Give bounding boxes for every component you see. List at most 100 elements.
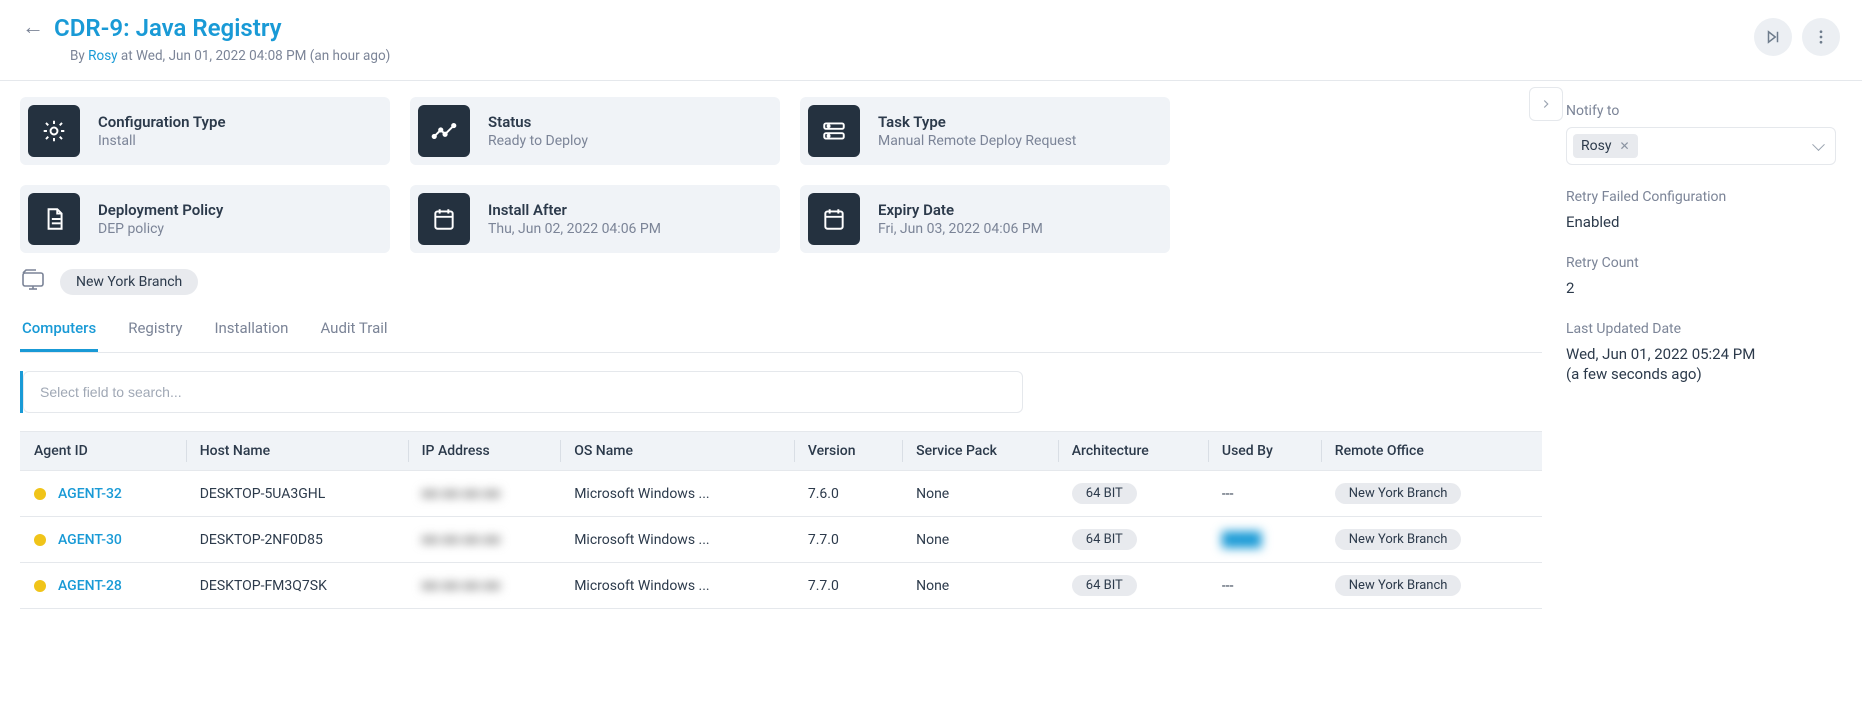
card-expiry-date: Expiry Date Fri, Jun 03, 2022 04:06 PM [800, 185, 1170, 253]
gear-icon [28, 105, 80, 157]
card-label: Configuration Type [98, 113, 226, 131]
status-dot-icon [34, 534, 46, 546]
cell-used-by: ████ [1208, 517, 1321, 563]
card-value: Fri, Jun 03, 2022 04:06 PM [878, 221, 1043, 237]
byline-rest: at Wed, Jun 01, 2022 04:08 PM (an hour a… [121, 48, 390, 64]
cell-version: 7.7.0 [794, 563, 902, 609]
notify-select[interactable]: Rosy ✕ [1566, 127, 1836, 165]
table-row: AGENT-32DESKTOP-5UA3GHL■■.■■.■■.■■Micros… [20, 471, 1542, 517]
col-architecture[interactable]: Architecture [1058, 432, 1208, 471]
cell-arch: 64 BIT [1058, 563, 1208, 609]
field-retry-failed: Retry Failed Configuration Enabled [1566, 189, 1836, 231]
field-last-updated: Last Updated Date Wed, Jun 01, 2022 05:2… [1566, 321, 1836, 383]
col-version[interactable]: Version [794, 432, 902, 471]
stack-icon [808, 105, 860, 157]
byline-label: By [70, 48, 85, 64]
more-menu-button[interactable] [1802, 18, 1840, 56]
cell-used-by: --- [1208, 471, 1321, 517]
cell-version: 7.6.0 [794, 471, 902, 517]
skip-next-button[interactable] [1754, 18, 1792, 56]
field-retry-count: Retry Count 2 [1566, 255, 1836, 297]
byline-user[interactable]: Rosy [88, 48, 117, 64]
monitor-icon [20, 269, 46, 295]
cell-os: Microsoft Windows ... [560, 517, 794, 563]
cell-ip: ■■.■■.■■.■■ [408, 563, 561, 609]
status-dot-icon [34, 580, 46, 592]
card-label: Task Type [878, 113, 1076, 131]
cell-version: 7.7.0 [794, 517, 902, 563]
card-deployment-policy: Deployment Policy DEP policy [20, 185, 390, 253]
header-actions [1754, 18, 1840, 56]
field-value-ago: (a few seconds ago) [1566, 365, 1836, 383]
cell-ip: ■■.■■.■■.■■ [408, 517, 561, 563]
field-label: Retry Failed Configuration [1566, 189, 1836, 205]
tab-bar: Computers Registry Installation Audit Tr… [20, 311, 1542, 353]
col-ip-address[interactable]: IP Address [408, 432, 561, 471]
cell-office: New York Branch [1321, 517, 1542, 563]
page-title: CDR-9: Java Registry [54, 14, 282, 42]
tab-computers[interactable]: Computers [20, 311, 98, 352]
agent-link[interactable]: AGENT-30 [58, 532, 122, 548]
calendar-icon [808, 193, 860, 245]
field-label: Retry Count [1566, 255, 1836, 271]
tab-installation[interactable]: Installation [212, 311, 290, 352]
cell-host: DESKTOP-FM3Q7SK [186, 563, 408, 609]
cell-service-pack: None [902, 517, 1058, 563]
cell-service-pack: None [902, 563, 1058, 609]
col-service-pack[interactable]: Service Pack [902, 432, 1058, 471]
field-value: Enabled [1566, 213, 1836, 231]
notify-tag-label: Rosy [1581, 138, 1611, 154]
header-left: ← CDR-9: Java Registry By Rosy at Wed, J… [22, 14, 390, 64]
info-card-grid: Configuration Type Install Status Ready … [20, 97, 1170, 253]
card-value: Install [98, 133, 226, 149]
card-label: Install After [488, 201, 661, 219]
card-configuration-type: Configuration Type Install [20, 97, 390, 165]
col-agent-id[interactable]: Agent ID [20, 432, 186, 471]
card-label: Status [488, 113, 588, 131]
page-header: ← CDR-9: Java Registry By Rosy at Wed, J… [0, 0, 1862, 81]
title-row: ← CDR-9: Java Registry [22, 14, 390, 42]
cell-service-pack: None [902, 471, 1058, 517]
collapse-side-button[interactable] [1529, 87, 1563, 121]
agent-link[interactable]: AGENT-32 [58, 486, 122, 502]
col-remote-office[interactable]: Remote Office [1321, 432, 1542, 471]
status-dot-icon [34, 488, 46, 500]
card-status: Status Ready to Deploy [410, 97, 780, 165]
cell-arch: 64 BIT [1058, 517, 1208, 563]
card-value: Manual Remote Deploy Request [878, 133, 1076, 149]
field-label: Notify to [1566, 103, 1836, 119]
cell-ip: ■■.■■.■■.■■ [408, 471, 561, 517]
cell-arch: 64 BIT [1058, 471, 1208, 517]
field-notify-to: Notify to Rosy ✕ [1566, 103, 1836, 165]
tab-audit-trail[interactable]: Audit Trail [318, 311, 389, 352]
scope-chip[interactable]: New York Branch [60, 269, 198, 295]
calendar-icon [418, 193, 470, 245]
card-task-type: Task Type Manual Remote Deploy Request [800, 97, 1170, 165]
table-header-row: Agent ID Host Name IP Address OS Name Ve… [20, 432, 1542, 471]
main-panel: Configuration Type Install Status Ready … [0, 81, 1562, 722]
field-label: Last Updated Date [1566, 321, 1836, 337]
scope-row: New York Branch [20, 269, 1542, 295]
cell-used-by: --- [1208, 563, 1321, 609]
cell-office: New York Branch [1321, 563, 1542, 609]
search-input[interactable] [23, 371, 1023, 413]
cell-host: DESKTOP-2NF0D85 [186, 517, 408, 563]
card-install-after: Install After Thu, Jun 02, 2022 04:06 PM [410, 185, 780, 253]
col-used-by[interactable]: Used By [1208, 432, 1321, 471]
card-label: Deployment Policy [98, 201, 223, 219]
cell-os: Microsoft Windows ... [560, 563, 794, 609]
card-value: Thu, Jun 02, 2022 04:06 PM [488, 221, 661, 237]
col-os-name[interactable]: OS Name [560, 432, 794, 471]
card-value: DEP policy [98, 221, 223, 237]
remove-tag-icon[interactable]: ✕ [1619, 140, 1629, 152]
tab-registry[interactable]: Registry [126, 311, 184, 352]
field-value: 2 [1566, 279, 1836, 297]
side-panel: Notify to Rosy ✕ Retry Failed Configurat… [1562, 81, 1862, 722]
table-row: AGENT-28 DESKTOP-FM3Q7SK■■.■■.■■.■■Micros… [20, 563, 1542, 609]
cell-office: New York Branch [1321, 471, 1542, 517]
back-arrow-icon[interactable]: ← [22, 17, 44, 39]
cell-host: DESKTOP-5UA3GHL [186, 471, 408, 517]
agent-link[interactable]: AGENT-28 [58, 578, 122, 594]
card-value: Ready to Deploy [488, 133, 588, 149]
col-host-name[interactable]: Host Name [186, 432, 408, 471]
